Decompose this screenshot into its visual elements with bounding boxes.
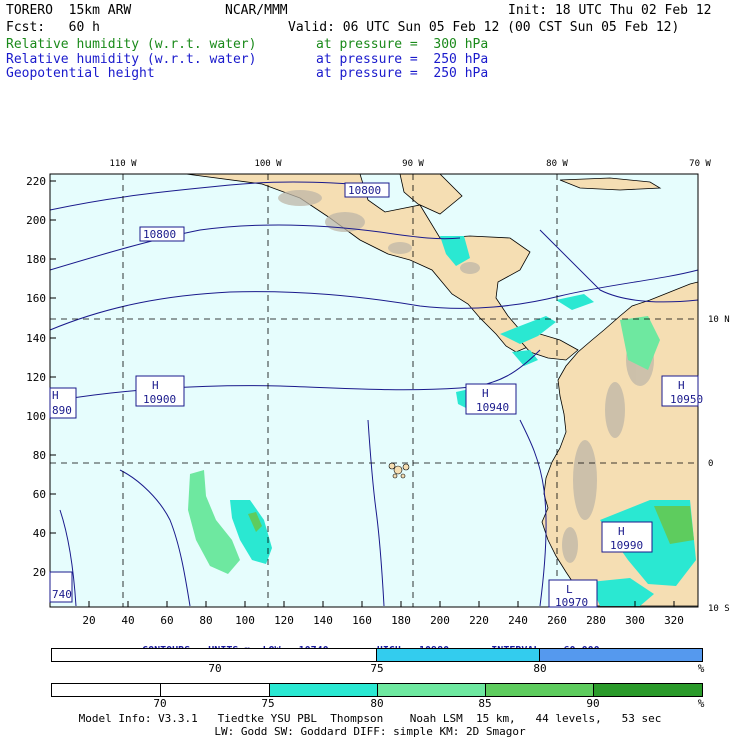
- model-info-line2: LW: Godd SW: Goddard DIFF: simple KM: 2D…: [214, 725, 526, 738]
- lon-label-80w: 80 W: [546, 159, 568, 169]
- x-tick-240: 240: [508, 614, 528, 627]
- high-marker-1: H: [152, 379, 159, 392]
- y-tick-140: 140: [26, 332, 46, 345]
- y-tick-100: 100: [26, 410, 46, 423]
- legend1-label-75: 75: [370, 662, 384, 675]
- legend1-band-80: [540, 649, 702, 661]
- weather-map: 110 W 100 W 90 W 80 W 70 W 10 N 0 10 S 2…: [26, 159, 730, 627]
- lon-label-110w: 110 W: [109, 159, 137, 169]
- contour-label-10900: 10900: [143, 393, 176, 406]
- legend2-band-75: [270, 684, 378, 696]
- legend2-band-70b: [161, 684, 270, 696]
- y-tick-180: 180: [26, 253, 46, 266]
- contour-label-10800-top: 10800: [348, 184, 381, 197]
- legend2-label-70: 70: [153, 697, 167, 710]
- x-tick-20: 20: [82, 614, 95, 627]
- lon-label-100w: 100 W: [254, 159, 282, 169]
- legend1-label-70: 70: [208, 662, 222, 675]
- high-marker-5: H: [52, 389, 59, 402]
- y-tick-60: 60: [33, 488, 46, 501]
- legend2-label-85: 85: [478, 697, 492, 710]
- legend2-band-85: [486, 684, 594, 696]
- x-tick-140: 140: [313, 614, 333, 627]
- legend2-band-80: [378, 684, 486, 696]
- y-tick-220: 220: [26, 175, 46, 188]
- x-tick-280: 280: [586, 614, 606, 627]
- contour-label-10800-left: 10800: [143, 228, 176, 241]
- contour-label-10950: 10950: [670, 393, 703, 406]
- y-tick-20: 20: [33, 566, 46, 579]
- legend2-label-pct: %: [697, 697, 705, 710]
- model-info-line1: Model Info: V3.3.1 Tiedtke YSU PBL Thomp…: [78, 712, 662, 725]
- contour-label-10940: 10940: [476, 401, 509, 414]
- x-tick-160: 160: [352, 614, 372, 627]
- lat-label-10s: 10 S: [708, 604, 730, 614]
- lon-label-90w: 90 W: [402, 159, 424, 169]
- high-marker-4: H: [678, 379, 685, 392]
- x-tick-120: 120: [274, 614, 294, 627]
- legend1-band-70: [52, 649, 377, 661]
- lat-label-0: 0: [708, 459, 713, 469]
- legend2-label-80: 80: [370, 697, 384, 710]
- x-tick-200: 200: [430, 614, 450, 627]
- lat-label-10n: 10 N: [708, 315, 730, 325]
- x-tick-180: 180: [391, 614, 411, 627]
- high-marker-2: H: [482, 387, 489, 400]
- y-tick-80: 80: [33, 449, 46, 462]
- y-tick-40: 40: [33, 527, 46, 540]
- y-tick-200: 200: [26, 214, 46, 227]
- high-marker-3: H: [618, 525, 625, 538]
- x-tick-260: 260: [547, 614, 567, 627]
- legend2-band-90: [594, 684, 702, 696]
- contour-label-10970: 10970: [555, 596, 588, 609]
- legend1-label-pct: %: [697, 662, 705, 675]
- legend-rh-300: [51, 683, 703, 697]
- legend1-label-80: 80: [533, 662, 547, 675]
- y-tick-160: 160: [26, 292, 46, 305]
- legend2-band-70a: [52, 684, 161, 696]
- x-tick-220: 220: [469, 614, 489, 627]
- legend1-band-75: [377, 649, 540, 661]
- lon-label-70w: 70 W: [689, 159, 711, 169]
- x-tick-60: 60: [160, 614, 173, 627]
- x-tick-320: 320: [664, 614, 684, 627]
- contour-label-890: 890: [52, 404, 72, 417]
- low-marker: L: [566, 583, 573, 596]
- x-tick-100: 100: [235, 614, 255, 627]
- x-tick-300: 300: [625, 614, 645, 627]
- y-tick-120: 120: [26, 371, 46, 384]
- x-tick-80: 80: [199, 614, 212, 627]
- x-tick-40: 40: [121, 614, 134, 627]
- legend2-label-75: 75: [261, 697, 275, 710]
- legend-rh-250: [51, 648, 703, 662]
- legend2-label-90: 90: [586, 697, 600, 710]
- contour-label-740: 740: [52, 588, 72, 601]
- contour-label-10990: 10990: [610, 539, 643, 552]
